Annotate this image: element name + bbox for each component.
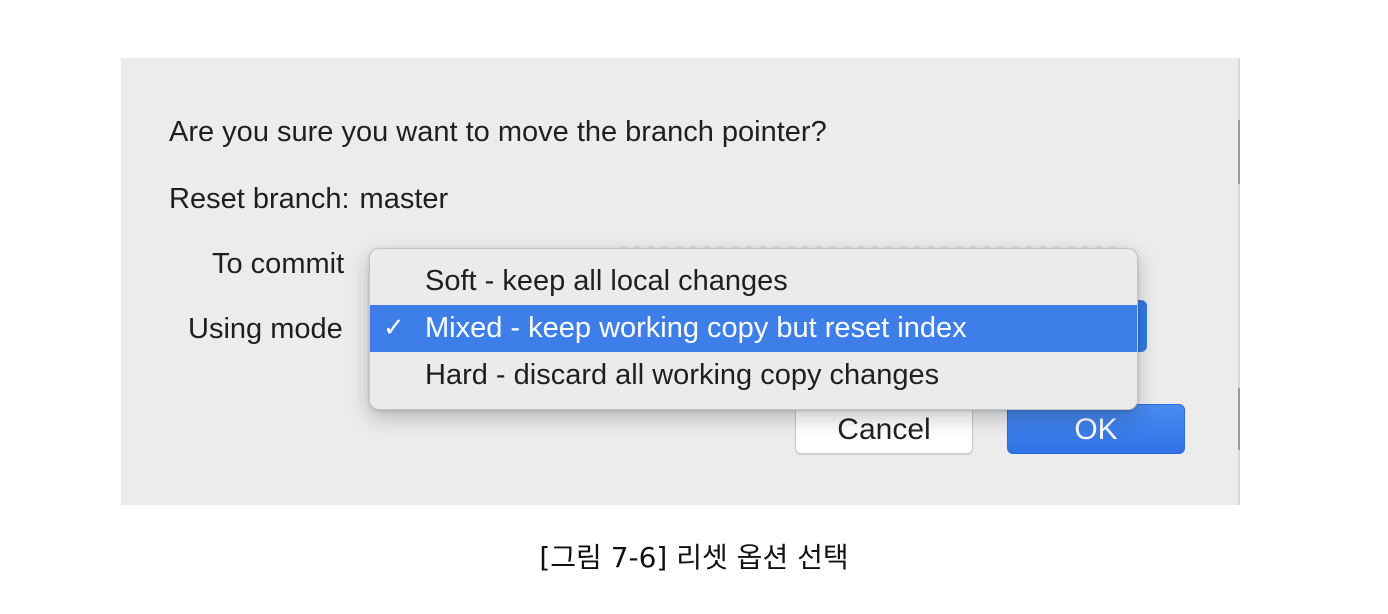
menu-item-soft[interactable]: Soft - keep all local changes [370, 258, 1137, 305]
figure: Are you sure you want to move the branch… [0, 0, 1388, 614]
reset-branch-value: master [359, 183, 449, 215]
figure-caption: [그림 7-6] 리셋 옵션 선택 [539, 541, 849, 574]
menu-item-mixed[interactable]: ✓ Mixed - keep working copy but reset in… [370, 305, 1137, 352]
menu-item-hard[interactable]: Hard - discard all working copy changes [370, 352, 1137, 399]
using-mode-label: Using mode [188, 313, 343, 345]
cancel-button[interactable]: Cancel [795, 404, 973, 454]
dialog-question: Are you sure you want to move the branch… [169, 116, 827, 148]
dialog-edge-mark [1238, 388, 1240, 450]
mode-dropdown-menu: Soft - keep all local changes ✓ Mixed - … [369, 248, 1138, 410]
to-commit-label: To commit [212, 248, 345, 280]
dialog-edge-mark [1238, 120, 1240, 184]
reset-branch-row: Reset branch: master [169, 185, 448, 214]
reset-branch-label: Reset branch: [169, 183, 350, 215]
menu-item-label: Soft - keep all local changes [425, 265, 788, 297]
ok-button[interactable]: OK [1007, 404, 1185, 454]
menu-item-label: Hard - discard all working copy changes [425, 359, 940, 391]
checkmark-icon: ✓ [383, 313, 405, 343]
menu-item-label: Mixed - keep working copy but reset inde… [425, 312, 967, 344]
